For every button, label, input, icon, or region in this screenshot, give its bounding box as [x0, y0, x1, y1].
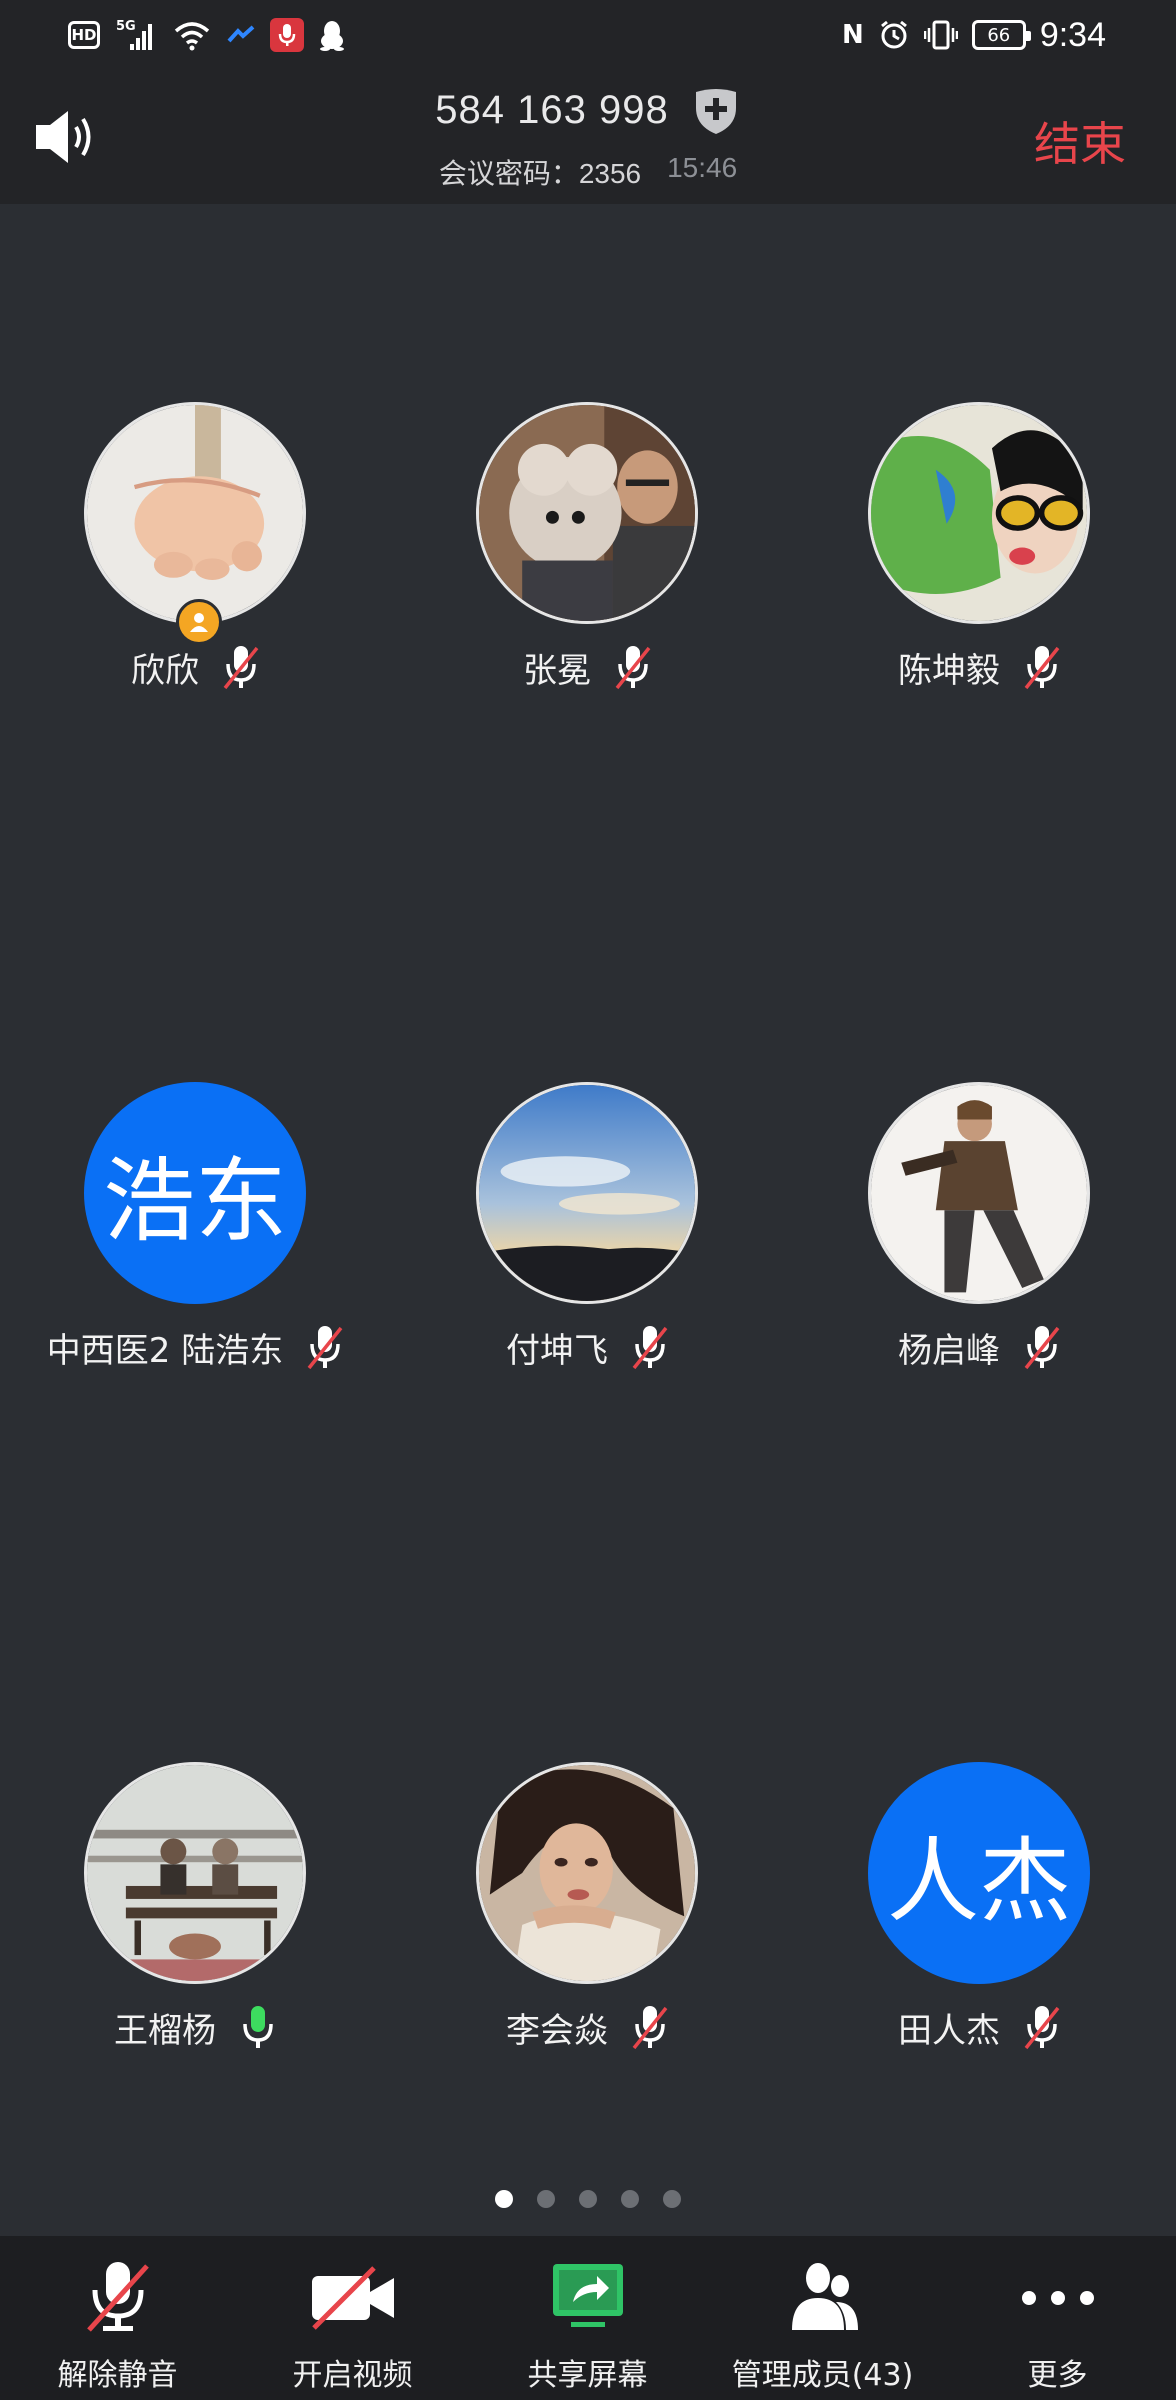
mic-muted-icon [615, 646, 651, 690]
participant-name: 王榴杨 [114, 2010, 216, 2051]
video-off-icon [311, 2266, 394, 2330]
share-screen-label: 共享屏幕 [527, 2358, 648, 2393]
status-bar: HD 5G N 66 9:34 [0, 0, 1176, 70]
bench-couple-photo [87, 1765, 303, 1981]
participant-name-row: 王榴杨 [0, 2002, 392, 2052]
hd-badge: HD [68, 21, 100, 49]
manage-members-label: 管理成员(43) [731, 2358, 914, 2393]
nfc-icon: N [842, 20, 864, 50]
network-label: 5G [116, 19, 136, 34]
participant-name: 付坤飞 [506, 1330, 608, 1371]
participant-name: 杨启峰 [898, 1330, 1000, 1371]
sky-sunset-photo [479, 1085, 695, 1301]
meeting-id-row: 584 163 998 [0, 84, 1176, 136]
vibrate-icon [923, 20, 958, 50]
woman-portrait-photo [479, 1765, 695, 1981]
participant-name: 中西医2 陆浩东 [46, 1330, 284, 1371]
mic-muted-icon [1024, 646, 1060, 690]
meeting-password: 会议密码：2356 [438, 158, 642, 189]
mic-active-icon [243, 2006, 273, 2048]
participant-avatar[interactable] [476, 402, 698, 624]
man-with-dog-photo [479, 405, 695, 621]
unmute-label: 解除静音 [57, 2358, 178, 2393]
more-button[interactable]: 更多 [940, 2246, 1175, 2396]
clock: 9:34 [1039, 15, 1106, 54]
page-dot-1[interactable] [495, 2190, 513, 2208]
status-bar-left: HD 5G [68, 14, 346, 56]
recording-mic-icon [270, 18, 304, 52]
share-screen-icon [552, 2264, 623, 2327]
participant-name: 田人杰 [898, 2010, 1000, 2051]
meeting-duration: 15:46 [667, 152, 738, 183]
end-meeting-button[interactable]: 结束 [1034, 108, 1126, 174]
unmute-button[interactable]: 解除静音 [0, 2246, 235, 2396]
wifi-icon [174, 22, 210, 51]
more-label: 更多 [1027, 2358, 1088, 2393]
participant-tile[interactable]: 浩东 中西医2 陆浩东 [0, 1082, 392, 1402]
share-screen-button[interactable]: 共享屏幕 [470, 2246, 705, 2396]
participant-avatar[interactable] [868, 402, 1090, 624]
signal-icon: 5G [116, 19, 152, 50]
meeting-header: 584 163 998 会议密码：2356 15:46 结束 [0, 70, 1176, 204]
participant-avatar[interactable] [476, 1082, 698, 1304]
app-notification-icon [227, 25, 255, 43]
members-icon [791, 2263, 858, 2330]
baby-hand-photo [87, 405, 303, 621]
page-dot-3[interactable] [579, 2190, 597, 2208]
participant-name-row: 张冕 [392, 642, 784, 692]
participant-tile[interactable]: 王榴杨 [0, 1762, 392, 2082]
woman-sunglasses-photo [871, 405, 1087, 621]
participant-avatar[interactable] [84, 402, 306, 624]
participant-tile[interactable]: 欣欣 [0, 402, 392, 722]
mic-muted-icon [1024, 1326, 1060, 1370]
participant-name: 陈坤毅 [898, 650, 1000, 691]
participant-avatar[interactable] [84, 1762, 306, 1984]
mic-muted-icon [632, 1326, 668, 1370]
start-video-button[interactable]: 开启视频 [235, 2246, 470, 2396]
participant-avatar[interactable] [476, 1762, 698, 1984]
start-video-label: 开启视频 [292, 2358, 413, 2393]
meeting-id[interactable]: 584 163 998 [435, 88, 668, 133]
page-dot-4[interactable] [621, 2190, 639, 2208]
mic-muted-icon [632, 2006, 668, 2050]
page-indicator [0, 2190, 1176, 2208]
participant-tile[interactable]: 陈坤毅 [784, 402, 1176, 722]
participant-tile[interactable]: 付坤飞 [392, 1082, 784, 1402]
participant-name-row: 中西医2 陆浩东 [0, 1322, 392, 1372]
participant-name: 李会焱 [506, 2010, 608, 2051]
participant-name-row: 陈坤毅 [784, 642, 1176, 692]
participant-name-row: 杨启峰 [784, 1322, 1176, 1372]
battery-icon: 66 [971, 20, 1031, 50]
mic-muted-icon [1024, 2006, 1060, 2050]
password-row: 会议密码：2356 15:46 [0, 152, 1176, 192]
participant-tile[interactable]: 张冕 [392, 402, 784, 722]
participant-name: 欣欣 [131, 650, 199, 691]
host-badge-icon [176, 599, 222, 645]
participant-tile[interactable]: 李会焱 [392, 1762, 784, 2082]
status-bar-right: N 66 9:34 [842, 10, 1106, 60]
game-character-photo [871, 1085, 1087, 1301]
more-dots-icon [1021, 2291, 1094, 2305]
participant-name: 张冕 [523, 650, 591, 691]
participant-tile[interactable]: 杨启峰 [784, 1082, 1176, 1402]
manage-members-button[interactable]: 管理成员(43) [705, 2246, 940, 2396]
participant-name-row: 欣欣 [0, 642, 392, 692]
participant-name-row: 李会焱 [392, 2002, 784, 2052]
qq-penguin-icon [320, 21, 344, 51]
bottom-toolbar: 解除静音 开启视频 共享屏幕 管理成员(43) 更多 [0, 2236, 1176, 2400]
page-dot-2[interactable] [537, 2190, 555, 2208]
participant-name-row: 付坤飞 [392, 1322, 784, 1372]
alarm-icon [880, 20, 907, 49]
participant-avatar-initials[interactable]: 人杰 [868, 1762, 1090, 1984]
mic-muted-icon [86, 2262, 149, 2332]
shield-icon[interactable] [691, 84, 741, 136]
participant-tile[interactable]: 人杰 田人杰 [784, 1762, 1176, 2082]
page-dot-5[interactable] [663, 2190, 681, 2208]
participant-avatar[interactable] [868, 1082, 1090, 1304]
mic-muted-icon [223, 646, 259, 690]
mic-muted-icon [307, 1326, 343, 1370]
participant-name-row: 田人杰 [784, 2002, 1176, 2052]
participant-avatar-initials[interactable]: 浩东 [84, 1082, 306, 1304]
